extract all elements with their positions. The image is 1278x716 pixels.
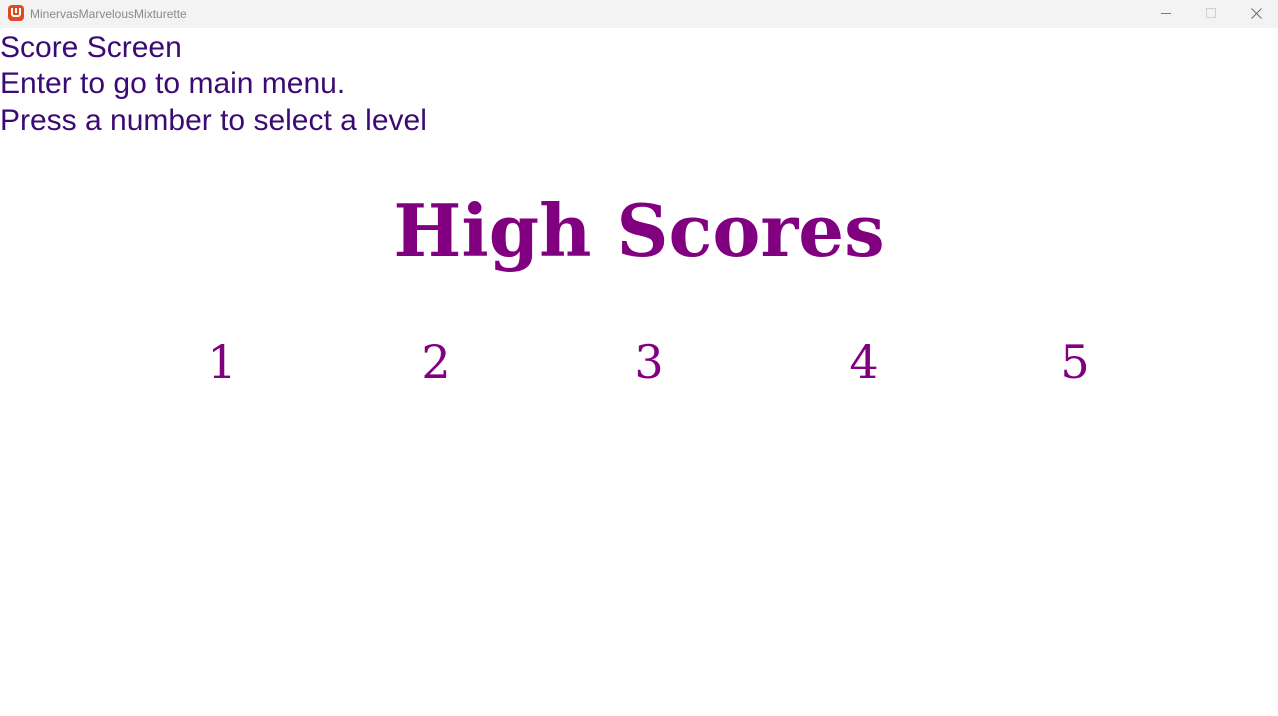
screen-title: Score Screen bbox=[0, 31, 182, 64]
close-button[interactable] bbox=[1234, 0, 1278, 28]
level-2-label: 2 bbox=[421, 335, 451, 389]
window-titlebar: MinervasMarvelousMixturette bbox=[0, 0, 1278, 28]
maximize-icon bbox=[1206, 8, 1216, 18]
level-1-label: 1 bbox=[207, 335, 237, 389]
monogame-icon bbox=[8, 5, 24, 21]
level-4-label: 4 bbox=[849, 335, 879, 389]
level-list: 1 2 3 4 5 bbox=[0, 332, 1278, 392]
level-3-label: 3 bbox=[634, 335, 664, 389]
level-select-instruction: Press a number to select a level bbox=[0, 104, 427, 137]
main-menu-instruction: Enter to go to main menu. bbox=[0, 67, 346, 100]
high-scores-heading: High Scores bbox=[393, 188, 885, 273]
minimize-button[interactable] bbox=[1143, 0, 1189, 28]
close-icon bbox=[1251, 8, 1262, 19]
maximize-button[interactable] bbox=[1188, 0, 1234, 28]
minimize-icon bbox=[1161, 13, 1171, 14]
level-5-label: 5 bbox=[1060, 335, 1090, 389]
window-title: MinervasMarvelousMixturette bbox=[30, 7, 187, 21]
